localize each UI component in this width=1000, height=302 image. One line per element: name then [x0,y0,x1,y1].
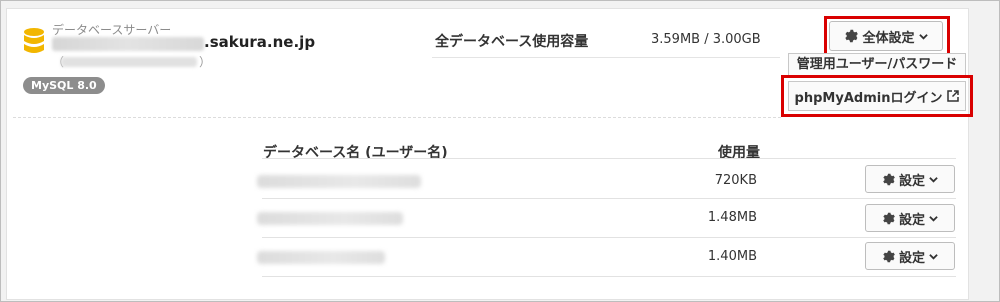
settings-button-label: 設定 [898,212,925,228]
usage-value: 1.40MB [707,249,757,264]
settings-button-label: 設定 [898,173,925,189]
host-domain: .sakura.ne.jp [204,33,316,51]
redacted-hostname [52,37,204,51]
usage-value: 1.48MB [707,210,757,225]
redacted-database-name [257,212,403,225]
chevron-down-icon [929,253,938,260]
paren-close: ） [199,55,212,69]
divider [432,57,780,58]
row-divider [262,237,956,238]
gear-icon [883,212,895,224]
server-type-label: データベースサーバー [52,23,172,37]
gear-icon [883,173,895,185]
redacted-database-name [257,175,421,188]
highlight-box [824,16,950,56]
settings-button[interactable]: 設定 [865,242,955,270]
chevron-down-icon [929,215,938,222]
database-icon [24,28,44,53]
redacted-database-name [257,251,385,264]
column-header-usage: 使用量 [718,145,760,161]
usage-value: 720KB [714,173,757,188]
menu-item-admin-user-password[interactable]: 管理用ユーザー/パスワード [788,53,966,77]
row-divider [262,198,956,199]
highlight-box [781,75,973,117]
settings-button[interactable]: 設定 [865,204,955,232]
total-capacity-value: 3.59MB / 3.00GB [651,32,761,47]
redacted-server-info [61,57,197,67]
total-capacity-label: 全データベース使用容量 [435,34,589,50]
gear-icon [883,250,895,262]
mysql-version-badge: MySQL 8.0 [23,77,105,94]
settings-button[interactable]: 設定 [865,165,955,193]
column-header-database-name: データベース名 (ユーザー名) [263,145,448,161]
chevron-down-icon [929,176,938,183]
settings-button-label: 設定 [898,250,925,266]
row-divider [262,276,956,277]
header-divider [262,158,956,159]
section-divider [13,117,781,118]
